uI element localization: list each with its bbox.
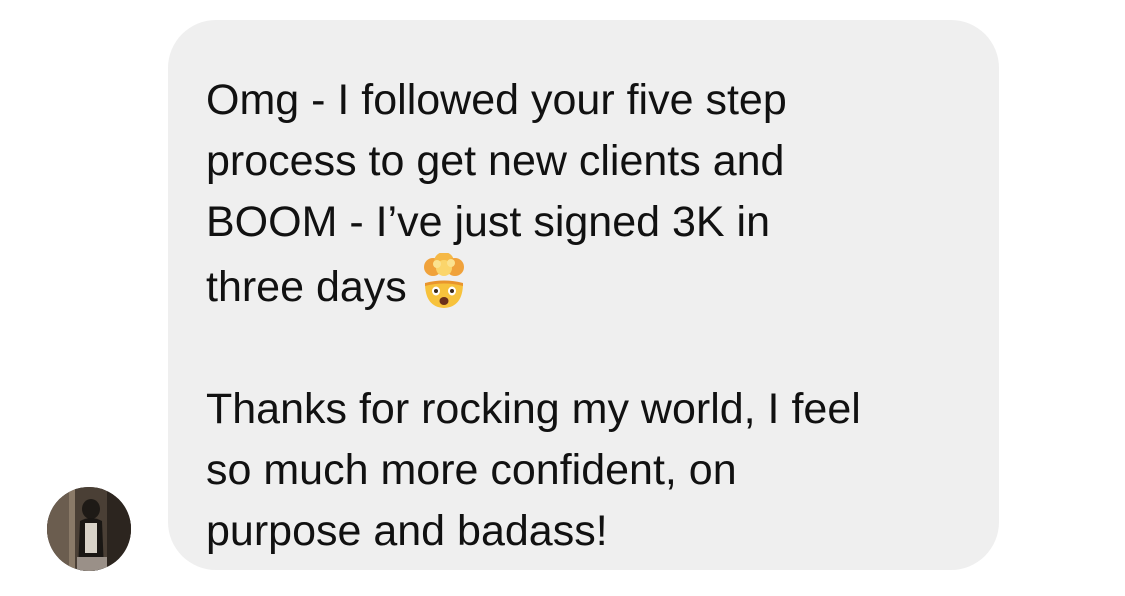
message-line-with-emoji: three days (206, 253, 963, 318)
exploding-head-icon (415, 253, 473, 311)
message-line: three days (206, 263, 407, 311)
avatar-photo (47, 487, 131, 571)
message-bubble[interactable]: Omg - I followed your five step process … (168, 20, 999, 570)
message-line: BOOM - I’ve just signed 3K in (206, 198, 770, 246)
message-line: process to get new clients and (206, 137, 785, 185)
chat-view: Omg - I followed your five step process … (0, 0, 1125, 596)
message-line: Thanks for rocking my world, I feel (206, 385, 861, 433)
message-line: Omg - I followed your five step (206, 76, 787, 124)
message-line: purpose and badass! (206, 507, 608, 555)
message-line: so much more confident, on (206, 446, 737, 494)
avatar[interactable] (47, 487, 131, 571)
